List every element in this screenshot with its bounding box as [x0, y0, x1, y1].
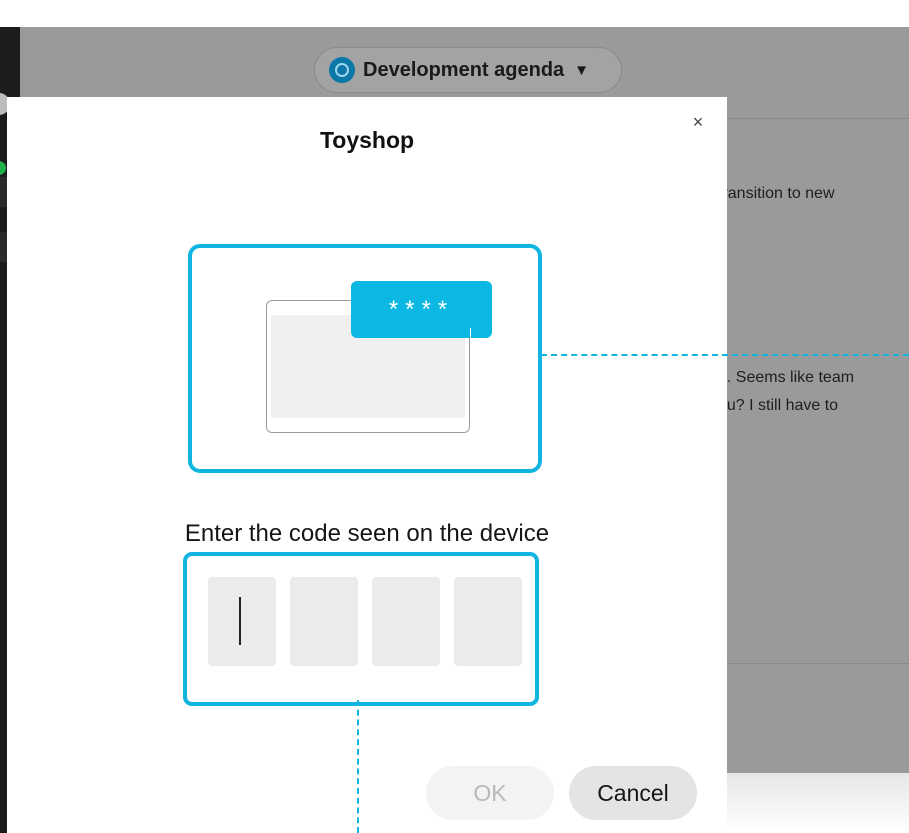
compose-divider	[726, 663, 909, 664]
code-digit-input-4[interactable]	[454, 577, 522, 666]
header-divider	[726, 118, 909, 119]
callout-line	[357, 700, 359, 833]
text-caret	[239, 597, 241, 645]
dropdown-caret-icon: ▼	[574, 61, 590, 79]
close-icon[interactable]: ×	[687, 111, 709, 133]
presence-indicator	[0, 161, 6, 175]
cancel-button[interactable]: Cancel	[569, 766, 697, 820]
message-text: e. Seems like team	[718, 369, 855, 386]
conversation-icon	[329, 57, 355, 83]
callout-line	[541, 354, 909, 356]
dialog-shadow	[727, 773, 909, 833]
code-prompt: Enter the code seen on the device	[184, 520, 550, 547]
dialog-title: Toyshop	[319, 127, 415, 153]
device-illustration: ****	[188, 244, 542, 473]
ok-button[interactable]: OK	[426, 766, 554, 820]
conversation-title: Development agenda	[363, 58, 565, 81]
code-digit-input-2[interactable]	[290, 577, 358, 666]
conversation-title-button[interactable]: Development agenda ▼	[314, 47, 622, 93]
code-entry-group	[183, 552, 539, 706]
code-digit-input-1[interactable]	[208, 577, 276, 666]
message-text: transition to new	[718, 185, 835, 202]
device-code-badge: ****	[351, 281, 492, 346]
message-text: ou? I still have to	[718, 397, 839, 414]
code-digit-input-3[interactable]	[372, 577, 440, 666]
pair-device-dialog: Toyshop × **** Enter the code seen on th…	[7, 97, 727, 833]
